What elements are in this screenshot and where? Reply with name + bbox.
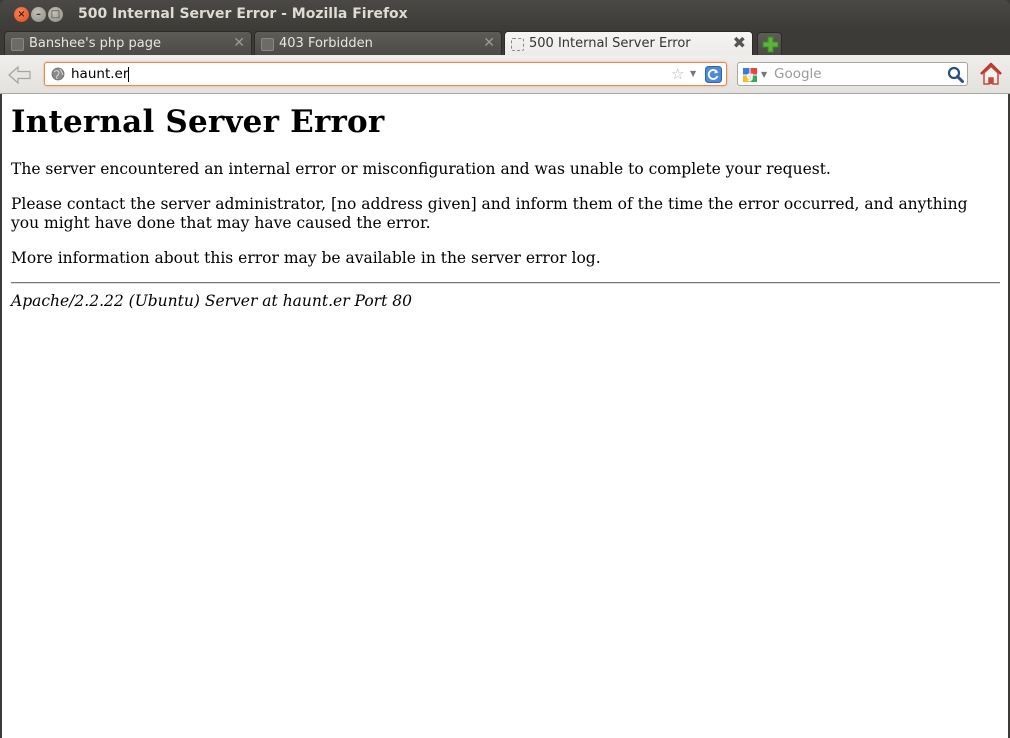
log-paragraph: More information about this error may be… <box>11 249 601 267</box>
page-heading: Internal Server Error <box>11 104 385 140</box>
globe-icon[interactable] <box>51 67 65 81</box>
tab-close-icon[interactable]: ✕ <box>483 35 495 51</box>
plus-icon <box>762 36 779 53</box>
page-favicon-icon <box>261 38 274 51</box>
new-tab-button[interactable] <box>757 32 782 56</box>
error-paragraph: The server encountered an internal error… <box>11 160 831 178</box>
home-icon <box>980 62 1002 85</box>
google-engine-icon[interactable]: g <box>742 67 758 83</box>
server-signature: Apache/2.2.22 (Ubuntu) Server at haunt.e… <box>11 292 412 310</box>
tab-close-icon[interactable]: ✕ <box>233 35 245 51</box>
search-icon[interactable] <box>947 66 964 83</box>
page-content: Internal Server Error The server encount… <box>2 94 1008 738</box>
search-engine-dropdown-icon[interactable]: ▼ <box>761 70 767 79</box>
search-input[interactable] <box>774 65 944 83</box>
url-bar[interactable]: ☆ ▼ <box>44 62 727 86</box>
search-bar[interactable]: g ▼ <box>737 62 968 86</box>
divider <box>11 282 1000 284</box>
home-button[interactable] <box>978 61 1004 87</box>
svg-text:g: g <box>746 71 753 82</box>
contact-paragraph: Please contact the server administrator,… <box>11 195 968 232</box>
back-button[interactable] <box>7 64 33 86</box>
navigation-toolbar: ☆ ▼ g ▼ <box>0 55 1010 94</box>
tab-banshees-php-page[interactable]: Banshee's php page ✕ <box>4 31 252 56</box>
tab-close-icon[interactable]: ✖ <box>733 33 746 52</box>
reload-icon[interactable] <box>705 66 722 83</box>
back-arrow-icon <box>8 65 31 85</box>
window-title: 500 Internal Server Error - Mozilla Fire… <box>78 6 408 22</box>
tab-label: Banshee's php page <box>29 36 161 51</box>
page-favicon-icon <box>11 38 24 51</box>
url-history-dropdown-icon[interactable]: ▼ <box>690 69 696 78</box>
window-maximize-icon[interactable]: □ <box>48 7 63 22</box>
window-minimize-icon[interactable]: – <box>31 7 46 22</box>
tab-label: 403 Forbidden <box>279 36 373 51</box>
text-caret <box>128 67 129 82</box>
tab-500-internal-server-error[interactable]: 500 Internal Server Error ✖ <box>504 31 753 57</box>
tab-strip: Banshee's php page ✕ 403 Forbidden ✕ 500… <box>0 30 1010 57</box>
tab-403-forbidden[interactable]: 403 Forbidden ✕ <box>254 31 502 56</box>
window-close-icon[interactable]: × <box>14 7 29 22</box>
bookmark-star-icon[interactable]: ☆ <box>671 66 684 82</box>
window-titlebar: × – □ 500 Internal Server Error - Mozill… <box>0 0 1010 30</box>
url-input[interactable] <box>71 65 661 83</box>
tab-label: 500 Internal Server Error <box>529 36 691 51</box>
page-favicon-icon <box>511 38 524 51</box>
